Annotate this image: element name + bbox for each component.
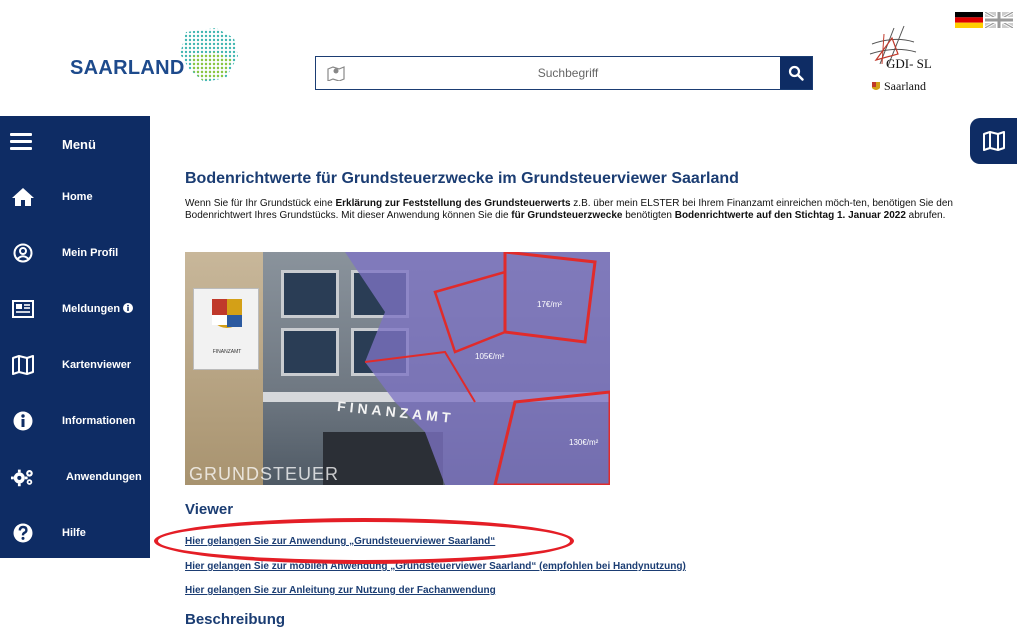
map-parcels-overlay <box>345 252 610 485</box>
sidebar-item-hilfe[interactable]: Hilfe <box>0 512 150 556</box>
intro-bold-3: Bodenrichtwerte auf den Stichtag 1. Janu… <box>674 210 906 221</box>
newspaper-icon <box>11 298 35 320</box>
sidebar-item-home[interactable]: Home <box>0 176 150 220</box>
link-anleitung[interactable]: Hier gelangen Sie zur Anleitung zur Nutz… <box>185 585 496 596</box>
info-badge-icon <box>123 303 134 313</box>
page-title: Bodenrichtwerte für Grundsteuerzwecke im… <box>185 170 739 187</box>
sidebar-item-label: Hilfe <box>62 527 86 539</box>
intro-text-3: benötigten <box>622 210 675 221</box>
hero-caption: GRUNDSTEUER <box>189 464 340 484</box>
intro-text-4: abrufen. <box>905 210 946 221</box>
gdi-text: GDI- SL <box>886 56 932 71</box>
gdi-subtitle-text: Saarland <box>884 79 926 93</box>
sidebar-item-label: Anwendungen <box>66 471 142 483</box>
sidebar-menu: Menü Home Mein Profil Meldungen Kartenvi… <box>0 116 150 558</box>
menu-label: Menü <box>62 137 96 152</box>
uk-flag-icon[interactable] <box>985 12 1013 28</box>
sidebar-item-informationen[interactable]: Informationen <box>0 400 150 444</box>
sidebar-item-meldungen[interactable]: Meldungen <box>0 288 150 332</box>
sidebar-item-anwendungen[interactable]: Anwendungen <box>0 456 150 500</box>
link-mobile-grundsteuerviewer[interactable]: Hier gelangen Sie zur mobilen Anwendung … <box>185 561 686 572</box>
sidebar-item-label: Kartenviewer <box>62 359 132 371</box>
map-panel-toggle[interactable] <box>970 118 1017 164</box>
home-icon <box>11 186 35 208</box>
info-icon <box>11 410 35 432</box>
search-bar <box>315 56 813 90</box>
site-header: SAARLAND Suchbegriff GDI- SL Saarland <box>0 0 1017 116</box>
hamburger-icon <box>10 133 32 154</box>
price-label-3: 130€/m² <box>569 438 599 447</box>
sidebar-item-label: Meldungen <box>62 303 134 315</box>
sidebar-item-kartenviewer[interactable]: Kartenviewer <box>0 344 150 388</box>
language-switcher <box>955 12 1013 28</box>
main-content: Bodenrichtwerte für Grundsteuerzwecke im… <box>185 170 975 627</box>
intro-bold-2: für Grundsteuerzwecke <box>511 210 623 221</box>
german-flag-icon[interactable] <box>955 12 983 28</box>
sidebar-item-label: Home <box>62 191 93 203</box>
meldungen-label-text: Meldungen <box>62 303 121 315</box>
description-section-title: Beschreibung <box>185 611 286 627</box>
sidebar-item-mein-profil[interactable]: Mein Profil <box>0 232 150 276</box>
search-input[interactable] <box>356 57 780 89</box>
question-icon <box>11 522 35 544</box>
sidebar-item-label: Informationen <box>62 415 136 427</box>
saarland-logo[interactable]: SAARLAND <box>70 26 255 86</box>
coat-of-arms-icon <box>212 299 242 328</box>
map-icon <box>982 131 1005 151</box>
user-circle-icon <box>11 242 35 264</box>
gdi-sl-logo[interactable]: GDI- SL Saarland <box>864 24 956 96</box>
map-location-icon[interactable] <box>316 57 356 89</box>
sign-label: FINANZAMT <box>212 349 242 355</box>
search-icon <box>788 65 804 81</box>
menu-toggle[interactable]: Menü <box>0 116 150 166</box>
sidebar-item-label: Mein Profil <box>62 247 119 259</box>
intro-text-1: Wenn Sie für Ihr Grundstück eine <box>185 198 336 209</box>
search-button[interactable] <box>780 57 812 89</box>
price-label-2: 105€/m² <box>475 352 505 361</box>
map-icon <box>11 354 35 376</box>
intro-bold-1: Erklärung zur Feststellung des Grundsteu… <box>335 198 571 209</box>
saarland-logo-text: SAARLAND <box>70 57 185 79</box>
intro-paragraph: Wenn Sie für Ihr Grundstück eine Erkläru… <box>185 198 955 222</box>
gdi-subtitle: Saarland <box>872 79 926 94</box>
hero-image: FINANZAMT 17€/m² 105€/m² 130€/m² FINANZA… <box>185 252 610 485</box>
finanzamt-sign: FINANZAMT <box>193 288 259 370</box>
coat-of-arms-icon <box>872 81 880 90</box>
saarland-map-dots-icon <box>180 28 238 82</box>
price-label-1: 17€/m² <box>537 300 562 309</box>
gears-icon <box>11 466 35 488</box>
viewer-section-title: Viewer <box>185 501 234 518</box>
highlight-ellipse-annotation <box>154 518 574 564</box>
